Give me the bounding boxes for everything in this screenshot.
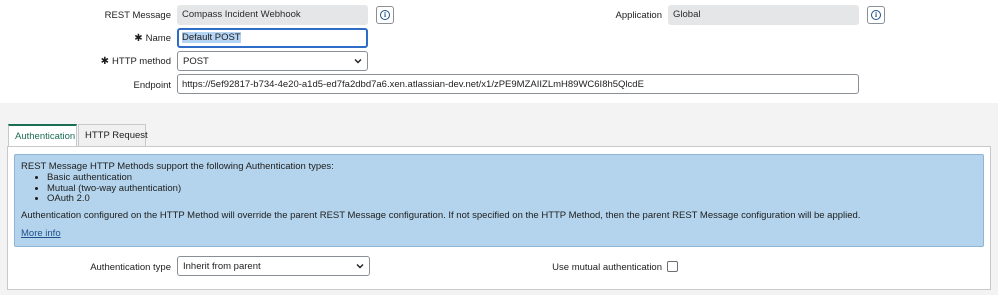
name-input[interactable]: Default POST: [177, 28, 368, 48]
auth-types-list: Basic authentication Mutual (two-way aut…: [21, 172, 977, 205]
http-method-label: ✱ HTTP method: [60, 56, 171, 67]
chevron-down-icon: [356, 264, 364, 269]
auth-type-label: Authentication type: [90, 262, 171, 273]
application-field[interactable]: Global: [668, 5, 859, 25]
list-item: Basic authentication: [47, 172, 977, 184]
alert-note: Authentication configured on the HTTP Me…: [21, 209, 861, 221]
more-info-link[interactable]: More info: [21, 228, 61, 239]
mutual-auth-checkbox[interactable]: [667, 261, 678, 272]
list-item: OAuth 2.0: [47, 193, 977, 205]
alert-intro: REST Message HTTP Methods support the fo…: [21, 161, 334, 172]
chevron-down-icon: [354, 59, 362, 64]
auth-type-select[interactable]: Inherit from parent: [177, 256, 370, 276]
mutual-auth-label: Use mutual authentication: [552, 262, 662, 273]
tab-authentication[interactable]: Authentication: [8, 124, 77, 147]
endpoint-input[interactable]: https://5ef92817-b734-4e20-a1d5-ed7fa2db…: [177, 74, 859, 94]
application-label: Application: [615, 10, 662, 21]
info-alert: REST Message HTTP Methods support the fo…: [14, 154, 984, 247]
list-item: Mutual (two-way authentication): [47, 183, 977, 195]
asterisk-icon: ✱: [134, 33, 143, 44]
info-icon: i: [380, 10, 390, 20]
name-input-value: Default POST: [182, 32, 241, 43]
http-method-label-text: HTTP method: [112, 56, 171, 67]
auth-type-value: Inherit from parent: [183, 261, 261, 272]
application-info-button[interactable]: i: [867, 6, 885, 24]
rest-message-label: REST Message: [104, 10, 171, 21]
name-label: ✱ Name: [60, 33, 171, 44]
tab-http-request[interactable]: HTTP Request: [78, 124, 148, 146]
name-label-text: Name: [145, 33, 171, 44]
rest-message-field[interactable]: Compass Incident Webhook: [177, 5, 368, 25]
http-method-select[interactable]: POST: [177, 51, 368, 71]
rest-message-info-button[interactable]: i: [376, 6, 394, 24]
http-method-value: POST: [183, 56, 209, 67]
asterisk-icon: ✱: [100, 56, 110, 67]
info-icon: i: [871, 10, 881, 20]
endpoint-label: Endpoint: [133, 80, 171, 91]
